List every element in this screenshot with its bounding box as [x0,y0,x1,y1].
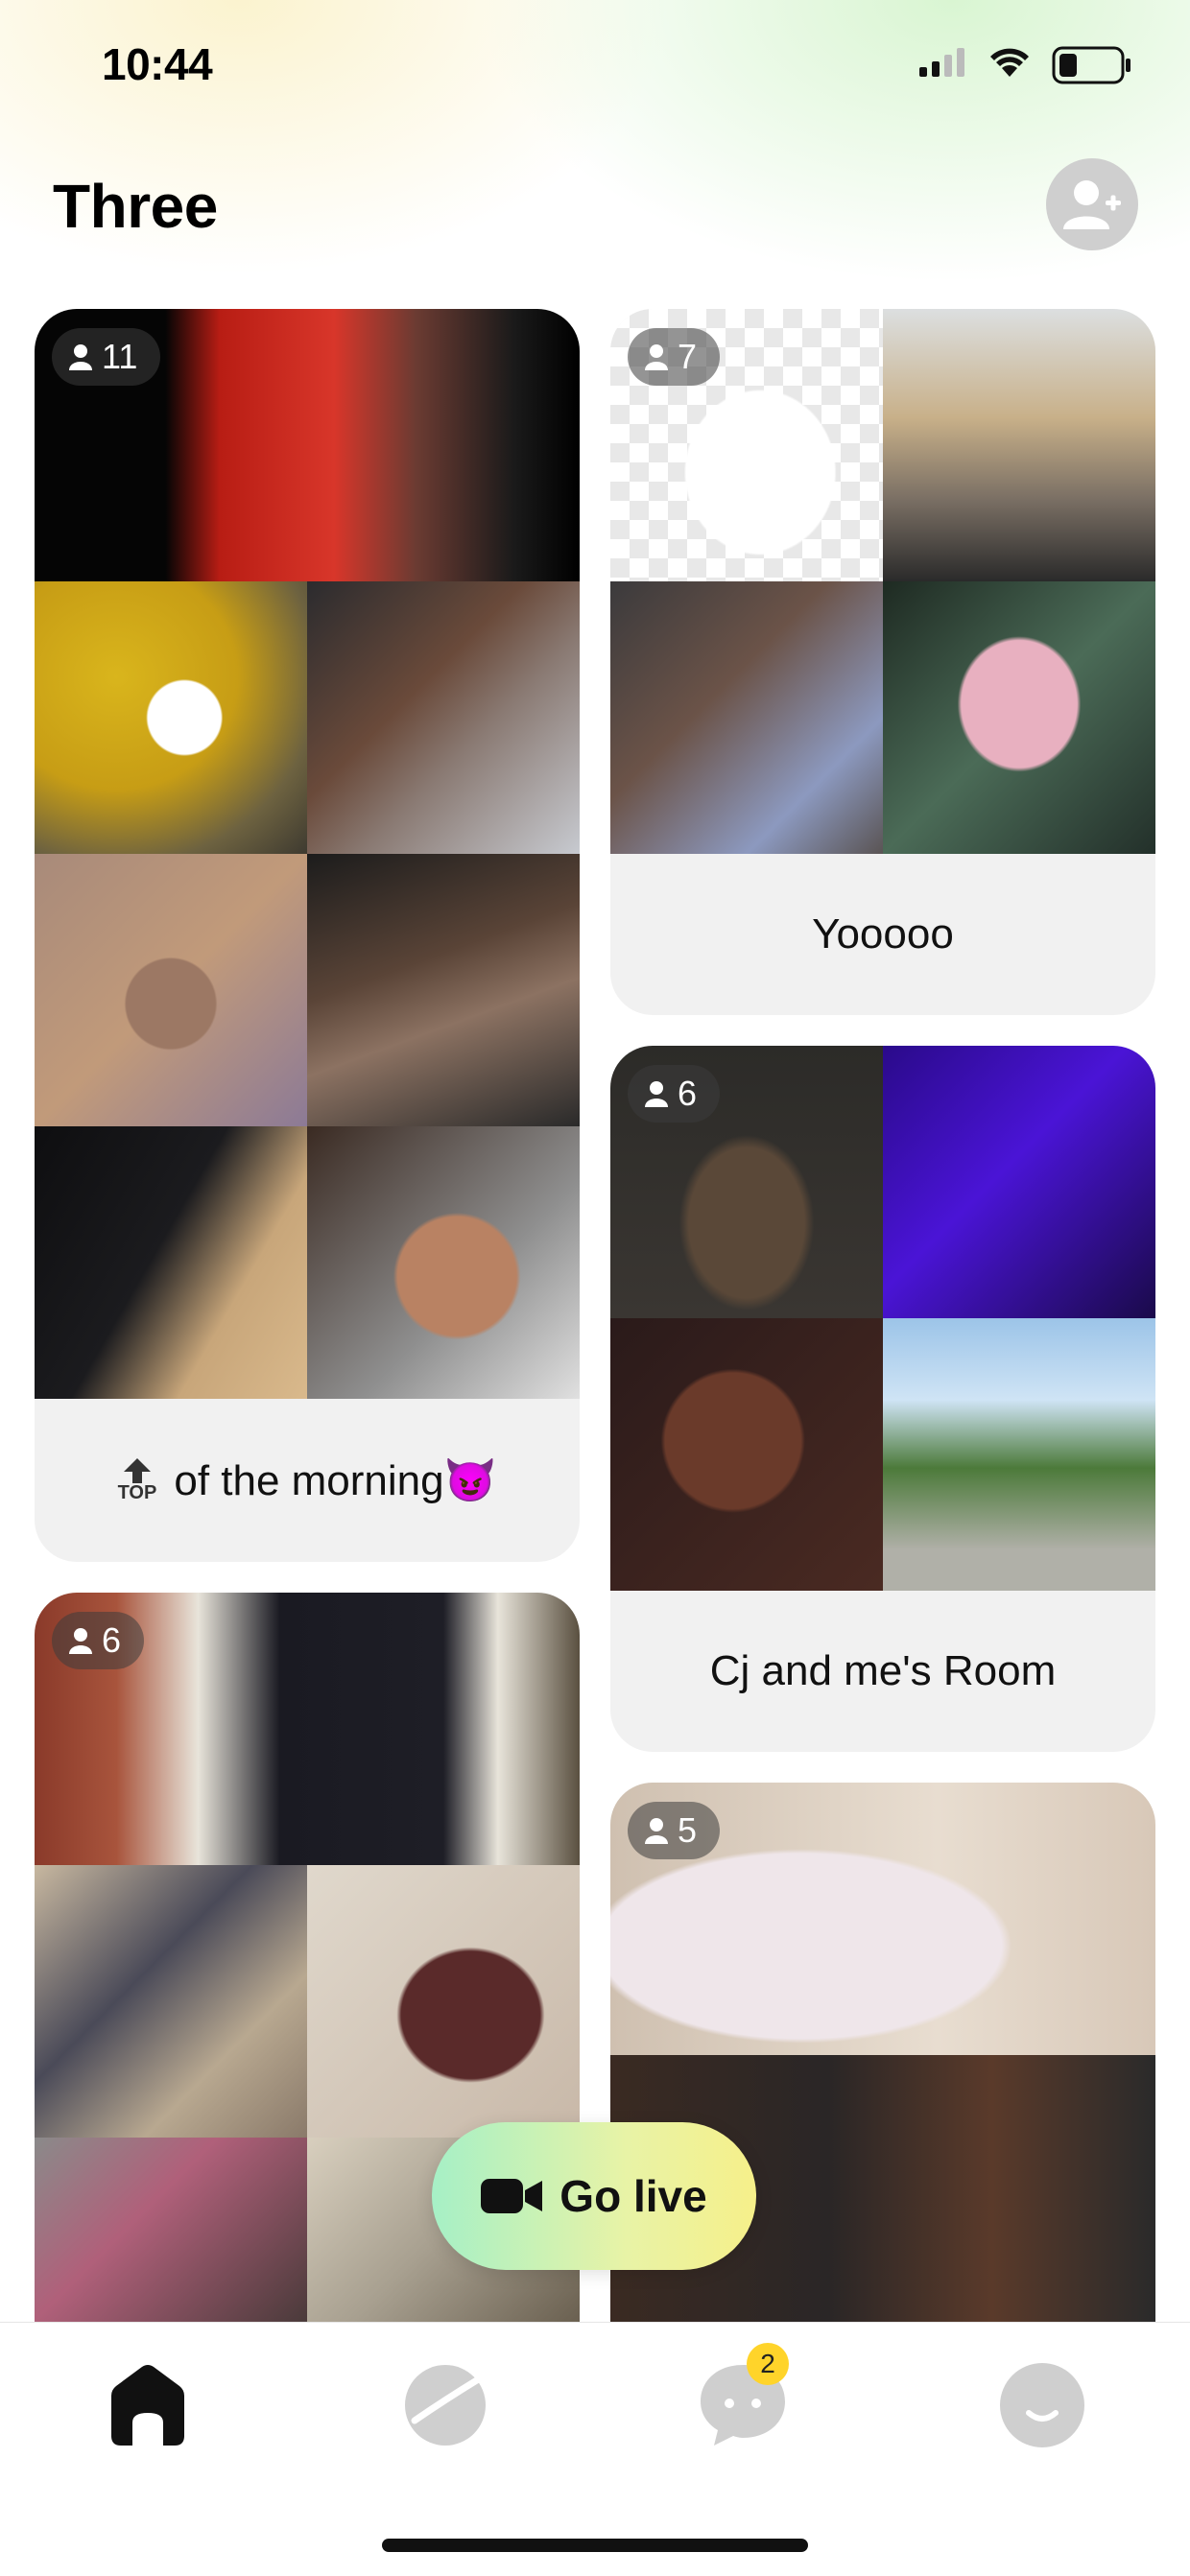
profile-icon [1000,2363,1084,2447]
person-icon [69,344,92,370]
member-count-badge: 6 [628,1065,721,1123]
room-photo [883,1318,1155,1591]
member-count-badge: 7 [628,328,721,386]
video-camera-icon [481,2179,543,2213]
room-photo [35,1126,307,1399]
wifi-icon [990,48,1029,77]
person-icon [645,1818,668,1844]
room-photo [610,1318,883,1591]
status-bar: 10:44 [0,0,1190,125]
member-count: 7 [678,337,698,376]
battery-icon [1052,46,1130,84]
go-live-label: Go live [559,2171,707,2221]
person-icon [645,344,668,370]
page-title: Three [53,172,218,241]
room-title: Cj and me's Room [709,1647,1057,1694]
add-person-icon [1063,180,1121,229]
room-photo [883,581,1155,854]
pinned-top-badge: TOP [118,1458,156,1502]
room-title: of the morning😈 [174,1457,497,1504]
arrow-up-icon [123,1458,151,1483]
room-photo [35,581,307,854]
tab-profile[interactable] [994,2357,1090,2453]
room-photo [883,309,1155,581]
member-count-badge: 5 [628,1802,721,1859]
room-photo [35,2138,307,2322]
person-icon [645,1081,668,1107]
member-count: 5 [678,1810,698,1850]
status-time: 10:44 [102,39,213,89]
room-photo [883,1046,1155,1318]
room-photo [307,1865,580,2138]
go-live-button[interactable]: Go live [432,2122,756,2270]
unread-badge: 2 [747,2343,789,2385]
room-name: Cj and me's Room [610,1591,1155,1752]
room-photo [35,1865,307,2138]
planet-icon [405,2365,486,2446]
add-friend-button[interactable] [1046,158,1138,250]
room-card[interactable]: 6 Cj and me's Room [610,1046,1155,1752]
member-count: 6 [678,1074,698,1113]
tab-explore[interactable] [397,2357,493,2453]
room-photo [35,854,307,1126]
room-name: TOP of the morning😈 [35,1399,580,1562]
member-count-badge: 6 [52,1612,145,1669]
room-photo [610,581,883,854]
member-count-badge: 11 [52,328,161,386]
member-count: 11 [102,337,138,376]
home-icon [111,2365,184,2446]
person-icon [69,1628,92,1654]
room-photo [307,1126,580,1399]
home-indicator [382,2539,808,2552]
cellular-signal-icon [919,48,964,77]
room-name: Yooooo [610,854,1155,1015]
room-photo [307,854,580,1126]
tab-home[interactable] [100,2357,196,2453]
member-count: 6 [102,1620,122,1660]
room-title: Yooooo [812,910,954,957]
room-card[interactable]: 11 TOP of the morning😈 [35,309,580,1562]
room-card[interactable]: 7 Yooooo [610,309,1155,1015]
room-photo [307,581,580,854]
